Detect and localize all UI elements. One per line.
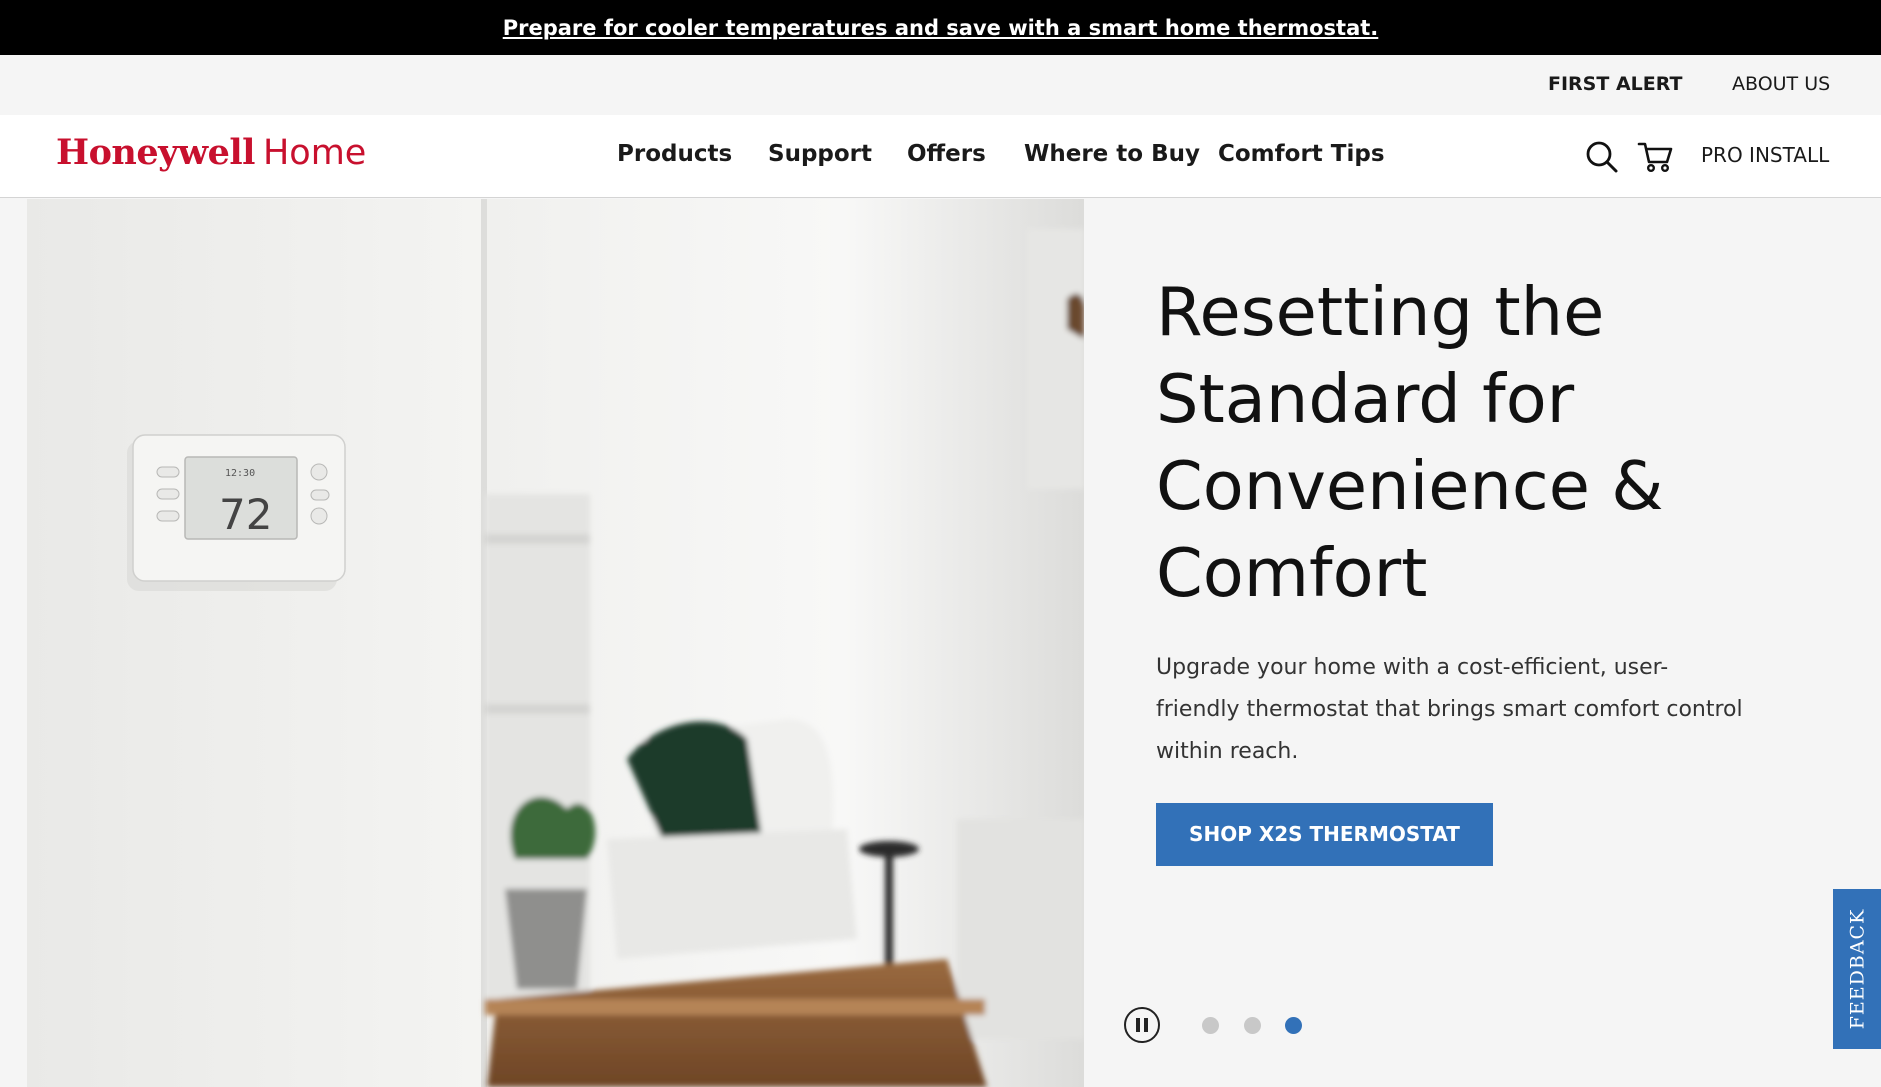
about-us-link[interactable]: ABOUT US [1732, 73, 1830, 95]
hero-title-line: Resetting the [1156, 273, 1605, 351]
carousel-dot-2[interactable] [1244, 1017, 1261, 1034]
hero-content: Resetting the Standard for Convenience &… [1156, 269, 1796, 866]
feedback-tab[interactable]: FEEDBACK [1833, 889, 1881, 1049]
promo-link[interactable]: Prepare for cooler temperatures and save… [503, 16, 1379, 40]
hero-title-line: Comfort [1156, 534, 1428, 612]
first-alert-link[interactable]: FIRST ALERT [1548, 73, 1682, 95]
search-icon[interactable] [1582, 137, 1622, 177]
hero-image: 72 12:30 [27, 199, 1084, 1087]
promo-banner: Prepare for cooler temperatures and save… [0, 0, 1881, 55]
logo-brand: Honeywell [56, 132, 255, 173]
pause-icon[interactable] [1124, 1007, 1160, 1043]
nav-offers[interactable]: Offers [907, 141, 986, 167]
feedback-label: FEEDBACK [1846, 908, 1869, 1030]
nav-where-to-buy[interactable]: Where to Buy [1024, 141, 1200, 167]
logo-home: Home [262, 133, 367, 173]
utility-bar: FIRST ALERT ABOUT US [0, 55, 1881, 115]
carousel-dot-1[interactable] [1202, 1017, 1219, 1034]
pro-install-link[interactable]: PRO INSTALL [1701, 143, 1829, 167]
hero-title-line: Standard for [1156, 360, 1575, 438]
living-room-illustration: 72 12:30 [27, 199, 1084, 1087]
hero-title: Resetting the Standard for Convenience &… [1156, 269, 1796, 617]
hero-description: Upgrade your home with a cost-efficient,… [1156, 655, 1743, 764]
nav-products[interactable]: Products [617, 141, 732, 167]
hero-carousel: 72 12:30 Resetting the Standard for Conv… [0, 199, 1881, 1087]
thermostat-time: 12:30 [225, 468, 255, 479]
main-navigation: Honeywell Home Products Support Offers Wh… [0, 115, 1881, 198]
nav-comfort-tips[interactable]: Comfort Tips [1218, 141, 1385, 167]
nav-support[interactable]: Support [768, 141, 872, 167]
cart-icon[interactable] [1636, 137, 1676, 177]
thermostat-temp: 72 [219, 490, 272, 539]
carousel-dot-3-active[interactable] [1285, 1017, 1302, 1034]
hero-title-line: Convenience & [1156, 447, 1664, 525]
honeywell-home-logo[interactable]: Honeywell Home [56, 132, 366, 173]
thermostat-device: 72 12:30 [127, 434, 346, 591]
shop-x2s-thermostat-button[interactable]: SHOP X2S THERMOSTAT [1156, 803, 1493, 866]
